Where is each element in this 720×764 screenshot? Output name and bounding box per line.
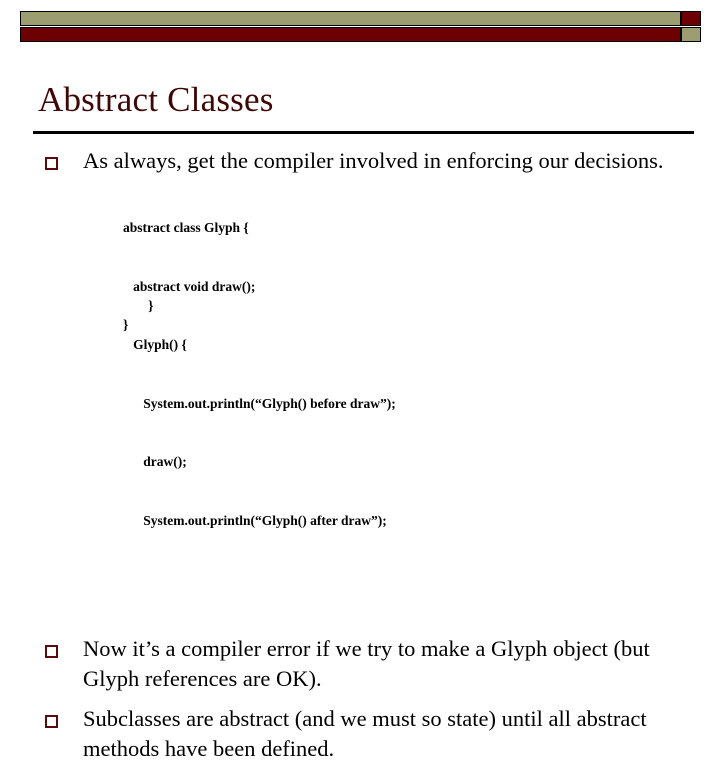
slide-title: Abstract Classes (38, 80, 274, 119)
bullet-text-2: Now it’s a compiler error if we try to m… (83, 635, 650, 691)
code-line-4: System.out.println(“Glyph() before draw”… (123, 395, 396, 411)
title-underline-rule (33, 131, 694, 134)
code-line-5: draw(); (123, 454, 187, 469)
code-line-6: System.out.println(“Glyph() after draw”)… (123, 512, 387, 528)
bullet-text-3: Subclasses are abstract (and we must so … (83, 705, 647, 761)
banner-accent-chip-bottom-right (681, 27, 701, 42)
bullet-item-3: Subclasses are abstract (and we must so … (33, 704, 699, 764)
banner-maroon-band (20, 27, 681, 42)
square-bullet-icon (45, 714, 58, 728)
square-bullet-icon (45, 644, 58, 658)
bullet-item-1: As always, get the compiler involved in … (33, 146, 699, 176)
code-line-1: abstract class Glyph { (123, 220, 249, 235)
banner-accent-chip-top-right (681, 11, 701, 26)
slide-top-banner (20, 11, 701, 44)
code-line-3: Glyph() { (123, 337, 187, 352)
square-bullet-icon (45, 157, 58, 170)
banner-olive-band (20, 11, 681, 26)
code-overflow-closing-brace-outer: } (123, 317, 129, 332)
code-sample-glyph: abstract class Glyph { abstract void dra… (123, 179, 699, 628)
slide-body: As always, get the compiler involved in … (33, 146, 699, 761)
bullet-item-2: Now it’s a compiler error if we try to m… (33, 634, 699, 694)
bullet-text-1: As always, get the compiler involved in … (83, 148, 664, 173)
code-line-2: abstract void draw(); (123, 278, 256, 294)
code-overflow-closing-brace-inner: } (138, 298, 154, 313)
